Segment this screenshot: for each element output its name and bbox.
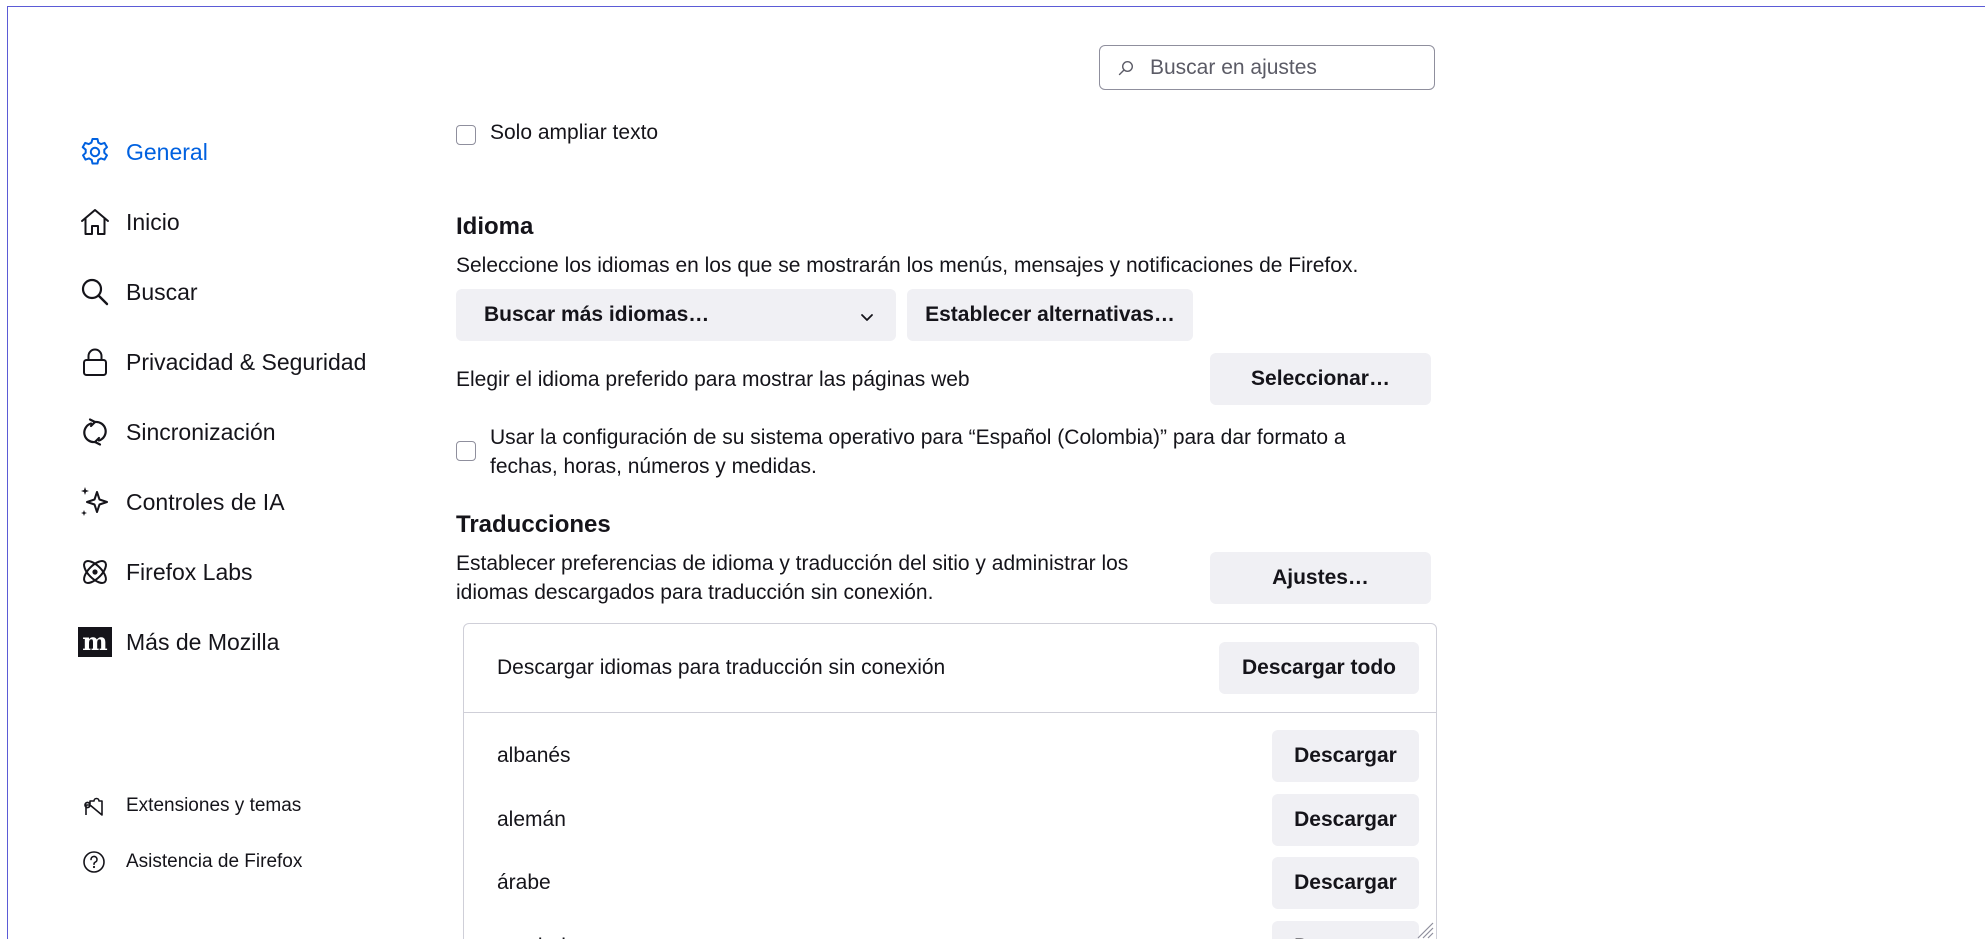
settings-search[interactable]	[1099, 45, 1435, 90]
chevron-down-icon	[860, 306, 874, 330]
resize-grip-icon[interactable]	[1414, 919, 1434, 939]
sidebar-item-label: Más de Mozilla	[126, 628, 280, 655]
download-all-button[interactable]: Descargar todo	[1219, 642, 1419, 694]
zoom-text-only-label: Solo ampliar texto	[490, 121, 659, 144]
svg-text:m: m	[82, 627, 107, 656]
language-description: Seleccione los idiomas en los que se mos…	[456, 254, 1359, 277]
translations-heading: Traducciones	[456, 511, 611, 538]
support-link[interactable]: Asistencia de Firefox	[82, 847, 302, 877]
os-format-label-line1: Usar la configuración de su sistema oper…	[490, 426, 1346, 449]
set-alternatives-button[interactable]: Establecer alternativas…	[907, 289, 1193, 341]
settings-page: General Inicio Buscar Privacidad & Segur…	[7, 6, 1985, 939]
sidebar-item-buscar[interactable]: Buscar	[78, 272, 198, 312]
support-label: Asistencia de Firefox	[126, 851, 303, 872]
sidebar-item-privacidad[interactable]: Privacidad & Seguridad	[78, 342, 366, 382]
download-language-button[interactable]: Descargar	[1272, 857, 1419, 909]
language-name: árabe	[497, 871, 551, 894]
sidebar-item-label: Inicio	[126, 208, 180, 235]
sidebar-item-label: Privacidad & Seguridad	[126, 348, 367, 375]
web-pages-language-label: Elegir el idioma preferido para mostrar …	[456, 368, 970, 391]
home-icon	[78, 205, 112, 239]
sidebar-item-mas-mozilla[interactable]: m Más de Mozilla	[78, 622, 279, 662]
language-dropdown-value: Buscar más idiomas…	[484, 303, 710, 326]
sync-icon	[78, 415, 112, 449]
sidebar-item-controles-ia[interactable]: Controles de IA	[78, 482, 285, 522]
sidebar-item-inicio[interactable]: Inicio	[78, 202, 180, 242]
download-language-button[interactable]: Descargar	[1272, 730, 1419, 782]
gear-icon	[78, 135, 112, 169]
search-icon	[1118, 58, 1138, 78]
sparkle-icon	[78, 485, 112, 519]
language-heading: Idioma	[456, 213, 534, 240]
sidebar-item-label: Sincronización	[126, 418, 276, 445]
extensions-label: Extensiones y temas	[126, 795, 302, 816]
box-divider	[464, 712, 1436, 713]
translations-description-line1: Establecer preferencias de idioma y trad…	[456, 552, 1129, 575]
language-name: alemán	[497, 808, 566, 831]
sidebar-item-label: Buscar	[126, 278, 198, 305]
zoom-text-only-checkbox[interactable]	[456, 125, 476, 145]
translations-settings-button[interactable]: Ajustes…	[1210, 552, 1431, 604]
sidebar-item-label: General	[126, 138, 208, 165]
sidebar-item-label: Firefox Labs	[126, 558, 253, 585]
search-icon	[78, 275, 112, 309]
language-name: albanés	[497, 744, 571, 767]
download-language-button[interactable]: Descargar	[1272, 921, 1419, 939]
language-dropdown[interactable]: Buscar más idiomas…	[456, 289, 896, 341]
sidebar-item-firefox-labs[interactable]: Firefox Labs	[78, 552, 253, 592]
search-input[interactable]	[1150, 55, 1420, 80]
sidebar-item-sincronizacion[interactable]: Sincronización	[78, 412, 276, 452]
mozilla-icon: m	[78, 625, 112, 659]
os-format-label-line2: fechas, horas, números y medidas.	[490, 455, 817, 478]
help-icon	[82, 850, 106, 874]
download-languages-box: Descargar idiomas para traducción sin co…	[463, 623, 1437, 939]
translations-description-line2: idiomas descargados para traducción sin …	[456, 581, 934, 604]
sidebar-item-general[interactable]: General	[78, 132, 208, 172]
sidebar-item-label: Controles de IA	[126, 488, 285, 515]
download-header-label: Descargar idiomas para traducción sin co…	[497, 656, 946, 679]
download-language-button[interactable]: Descargar	[1272, 794, 1419, 846]
language-name: azerbaiyano	[497, 935, 611, 939]
lock-icon	[78, 345, 112, 379]
extensions-link[interactable]: Extensiones y temas	[82, 791, 301, 821]
atom-icon	[78, 555, 112, 589]
select-language-button[interactable]: Seleccionar…	[1210, 353, 1431, 405]
os-format-checkbox[interactable]	[456, 441, 476, 461]
puzzle-icon	[82, 794, 106, 818]
